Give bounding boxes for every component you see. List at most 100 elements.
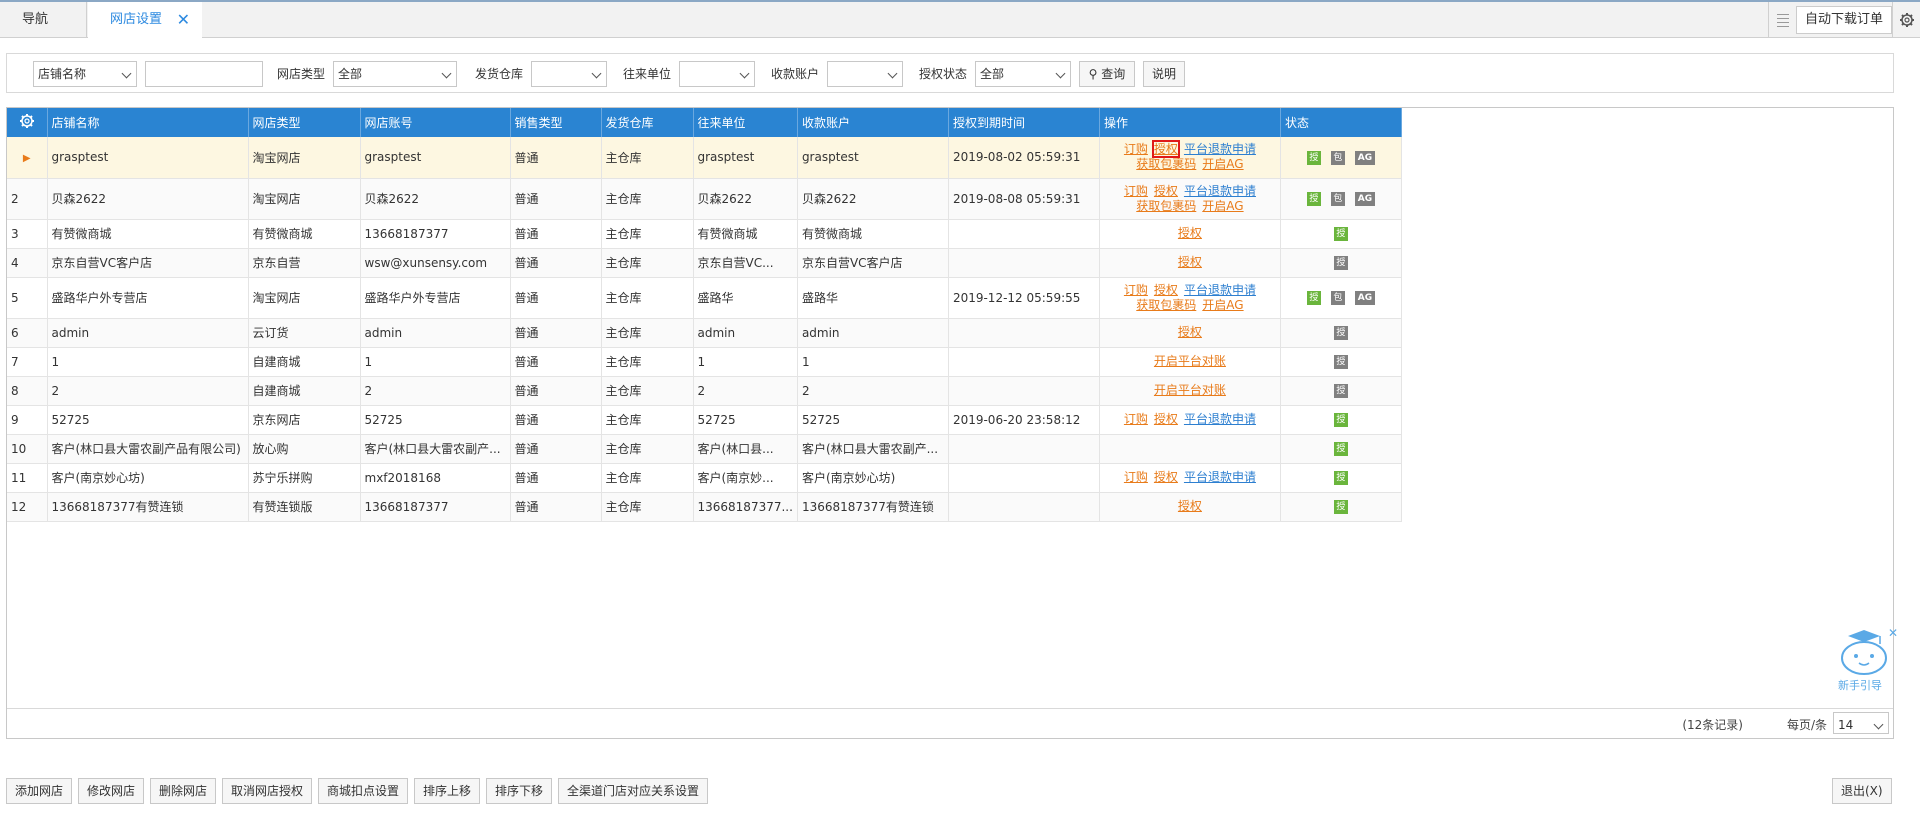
col-shop-account[interactable]: 网店账号 (360, 108, 511, 137)
field-select-value: 店铺名称 (38, 67, 87, 81)
table-row[interactable]: 9 52725 京东网店 52725 普通 主仓库 52725 52725 20… (7, 405, 1402, 435)
col-status[interactable]: 状态 (1280, 108, 1402, 137)
auth-link[interactable]: 授权 (1178, 499, 1202, 513)
col-actions[interactable]: 操作 (1099, 108, 1281, 137)
col-shop-type[interactable]: 网店类型 (248, 108, 361, 137)
close-icon[interactable]: ✕ (177, 2, 190, 38)
order-link[interactable]: 订购 (1124, 142, 1148, 156)
cell-account: wsw@xunsensy.com (360, 248, 511, 278)
keyword-input[interactable] (145, 61, 263, 87)
table-row[interactable]: 8 2 自建商城 2 普通 主仓库 2 2 开启平台对账 授 (7, 376, 1402, 406)
order-link[interactable]: 订购 (1124, 470, 1148, 484)
warehouse-select[interactable] (531, 61, 607, 87)
table-row[interactable]: ▶ grasptest 淘宝网店 grasptest 普通 主仓库 graspt… (7, 137, 1402, 179)
get-package-link[interactable]: 获取包裹码 (1136, 298, 1196, 312)
edit-shop-button[interactable]: 修改网店 (78, 778, 145, 804)
auth-link[interactable]: 授权 (1151, 140, 1180, 159)
partner-select[interactable] (679, 61, 755, 87)
cell-name: 有赞微商城 (47, 219, 249, 249)
refund-link[interactable]: 平台退款申请 (1184, 412, 1256, 426)
open-recon-link[interactable]: 开启平台对账 (1154, 354, 1226, 368)
add-shop-button[interactable]: 添加网店 (6, 778, 73, 804)
col-sale-type[interactable]: 销售类型 (510, 108, 602, 137)
cell-partner: 有赞微商城 (693, 219, 798, 249)
table-row[interactable]: 11 客户(南京妙心坊) 苏宁乐拼购 mxf2018168 普通 主仓库 客户(… (7, 463, 1402, 493)
tab-shop-settings[interactable]: 网店设置 ✕ (88, 2, 202, 39)
exit-button[interactable]: 退出(X) (1832, 778, 1892, 804)
delete-shop-button[interactable]: 删除网店 (150, 778, 217, 804)
order-link[interactable]: 订购 (1124, 412, 1148, 426)
cell-name: 1 (47, 347, 249, 377)
partner-label: 往来单位 (623, 67, 672, 81)
col-pay-account[interactable]: 收款账户 (797, 108, 949, 137)
auth-link[interactable]: 授权 (1178, 226, 1202, 240)
cell-warehouse: 主仓库 (601, 492, 694, 522)
query-button[interactable]: ⚲ 查询 (1079, 61, 1135, 87)
column-settings[interactable] (7, 108, 48, 137)
auth-link[interactable]: 授权 (1154, 470, 1178, 484)
refund-link[interactable]: 平台退款申请 (1184, 142, 1256, 156)
col-warehouse[interactable]: 发货仓库 (601, 108, 694, 137)
get-package-link[interactable]: 获取包裹码 (1136, 157, 1196, 171)
cell-actions: 开启平台对账 (1099, 376, 1281, 406)
open-recon-link[interactable]: 开启平台对账 (1154, 383, 1226, 397)
shop-type-select[interactable]: 全部 (333, 61, 457, 87)
refund-link[interactable]: 平台退款申请 (1184, 184, 1256, 198)
cell-account: 1 (360, 347, 511, 377)
shop-table: 店铺名称 网店类型 网店账号 销售类型 发货仓库 往来单位 收款账户 授权到期时… (7, 108, 1402, 522)
move-down-button[interactable]: 排序下移 (486, 778, 553, 804)
auth-link[interactable]: 授权 (1154, 184, 1178, 198)
table-row[interactable]: 5 盛路华户外专营店 淘宝网店 盛路华户外专营店 普通 主仓库 盛路华 盛路华 … (7, 277, 1402, 319)
open-ag-link[interactable]: 开启AG (1202, 157, 1243, 171)
cancel-auth-button[interactable]: 取消网店授权 (222, 778, 313, 804)
cell-status: 授包 AG (1280, 178, 1402, 220)
close-icon[interactable]: ✕ (1888, 626, 1898, 640)
cell-expire (948, 347, 1100, 377)
filter-bar: 店铺名称 网店类型 全部 发货仓库 往来单位 收款账户 授权状态 全部 ⚲ 查询… (6, 53, 1894, 93)
auth-link[interactable]: 授权 (1154, 412, 1178, 426)
store-mapping-button[interactable]: 全渠道门店对应关系设置 (558, 778, 709, 804)
open-ag-link[interactable]: 开启AG (1202, 199, 1243, 213)
cell-name: 52725 (47, 405, 249, 435)
auth-link[interactable]: 授权 (1178, 325, 1202, 339)
order-link[interactable]: 订购 (1124, 184, 1148, 198)
auto-download-button[interactable]: 自动下载订单 (1795, 6, 1892, 34)
cell-account: 13668187377 (360, 492, 511, 522)
table-row[interactable]: 6 admin 云订货 admin 普通 主仓库 admin admin 授权 … (7, 318, 1402, 348)
table-row[interactable]: 2 贝森2622 淘宝网店 贝森2622 普通 主仓库 贝森2622 贝森262… (7, 178, 1402, 220)
gear-icon[interactable] (1892, 2, 1920, 38)
col-expire[interactable]: 授权到期时间 (948, 108, 1100, 137)
deduction-settings-button[interactable]: 商城扣点设置 (318, 778, 409, 804)
package-badge: 包 (1330, 150, 1345, 165)
table-row[interactable]: 3 有赞微商城 有赞微商城 13668187377 普通 主仓库 有赞微商城 有… (7, 219, 1402, 249)
col-partner[interactable]: 往来单位 (693, 108, 798, 137)
table-row[interactable]: 10 客户(林口县大雷农副产品有限公司) 放心购 客户(林口县大雷农副产... … (7, 434, 1402, 464)
open-ag-link[interactable]: 开启AG (1202, 298, 1243, 312)
help-button[interactable]: 说明 (1143, 61, 1185, 87)
cell-type: 自建商城 (248, 347, 361, 377)
auth-status-select[interactable]: 全部 (975, 61, 1071, 87)
table-row[interactable]: 4 京东自营VC客户店 京东自营 wsw@xunsensy.com 普通 主仓库… (7, 248, 1402, 278)
tab-nav[interactable]: 导航 (0, 2, 87, 38)
auth-link[interactable]: 授权 (1178, 255, 1202, 269)
per-page-select[interactable]: 14 (1833, 712, 1889, 734)
cell-expire: 2019-08-08 05:59:31 (948, 178, 1100, 220)
refund-link[interactable]: 平台退款申请 (1184, 283, 1256, 297)
auth-link[interactable]: 授权 (1154, 283, 1178, 297)
refund-link[interactable]: 平台退款申请 (1184, 470, 1256, 484)
cell-status: 授 (1280, 318, 1402, 348)
move-up-button[interactable]: 排序上移 (414, 778, 481, 804)
table-row[interactable]: 12 13668187377有赞连锁 有赞连锁版 13668187377 普通 … (7, 492, 1402, 522)
account-select[interactable] (827, 61, 903, 87)
cell-status: 授 (1280, 405, 1402, 435)
cell-name: 客户(南京妙心坊) (47, 463, 249, 493)
get-package-link[interactable]: 获取包裹码 (1136, 199, 1196, 213)
guide-label[interactable]: 新手引导 (1838, 677, 1882, 693)
field-select[interactable]: 店铺名称 (33, 61, 137, 87)
cell-actions: 订购 授权 平台退款申请 获取包裹码 开启AG (1099, 137, 1281, 179)
order-link[interactable]: 订购 (1124, 283, 1148, 297)
list-icon[interactable] (1767, 2, 1796, 38)
table-row[interactable]: 7 1 自建商城 1 普通 主仓库 1 1 开启平台对账 授 (7, 347, 1402, 377)
cell-account: grasptest (360, 137, 511, 179)
col-shop-name[interactable]: 店铺名称 (47, 108, 249, 137)
